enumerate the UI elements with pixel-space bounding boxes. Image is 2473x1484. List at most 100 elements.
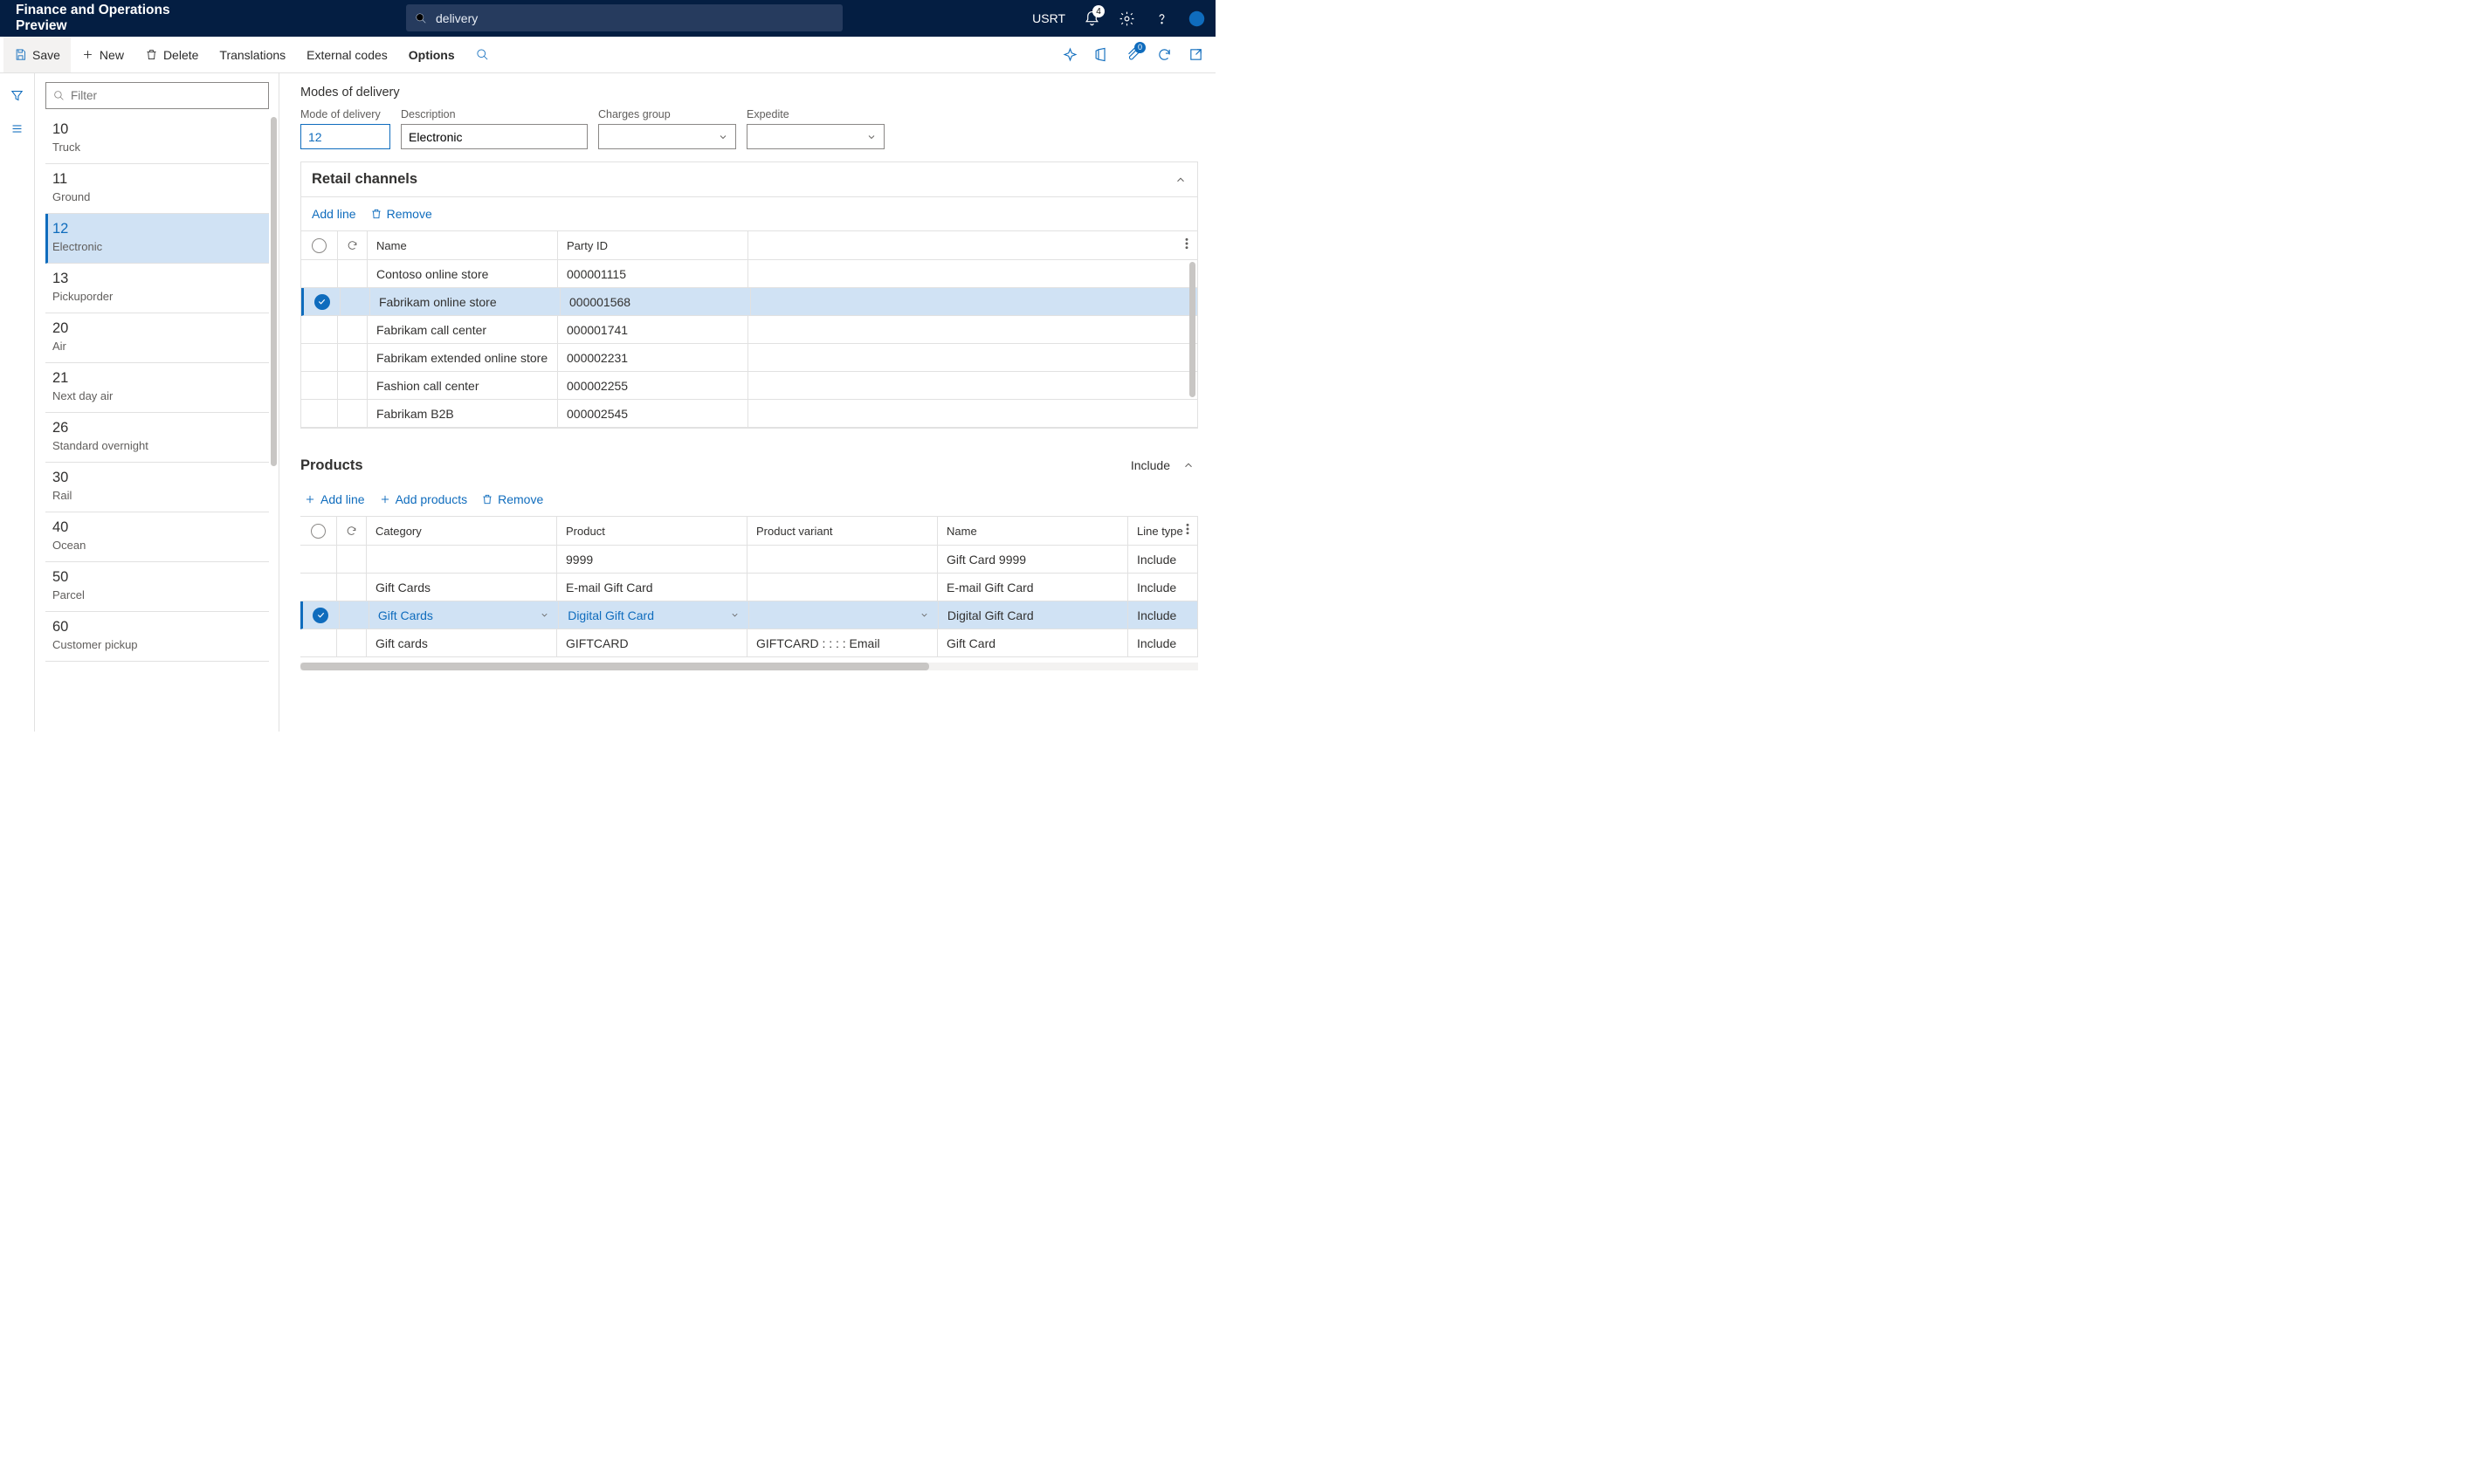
list-item[interactable]: 10Truck [45,114,269,164]
mode-input[interactable] [300,124,390,149]
attachments-button[interactable]: 0 [1118,40,1147,70]
cell-linetype[interactable]: Include [1128,574,1198,601]
cell-name[interactable]: Digital Gift Card [939,601,1128,629]
refresh-col[interactable] [337,517,367,545]
col-party-id[interactable]: Party ID [558,231,748,259]
list-item[interactable]: 40Ocean [45,512,269,562]
external-codes-button[interactable]: External codes [296,37,398,72]
cell-party-id[interactable]: 000002545 [558,400,748,427]
cell-name[interactable]: Gift Card 9999 [938,546,1128,573]
new-button[interactable]: New [71,37,134,72]
filter-input[interactable] [71,89,261,102]
cell-category[interactable]: Gift Cards [369,601,559,629]
row-selector[interactable] [301,316,338,343]
products-header[interactable]: Products Include [300,448,1198,483]
copilot-button[interactable] [1055,40,1085,70]
col-name[interactable]: Name [368,231,558,259]
col-variant[interactable]: Product variant [747,517,938,545]
cell-name[interactable]: E-mail Gift Card [938,574,1128,601]
cell-linetype[interactable]: Include [1128,601,1198,629]
col-name[interactable]: Name [938,517,1128,545]
row-selector[interactable] [301,400,338,427]
row-selector[interactable] [301,344,338,371]
row-selector[interactable] [303,601,340,629]
cell-variant[interactable] [747,574,938,601]
table-row[interactable]: 9999 Gift Card 9999Include [300,546,1198,574]
cell-name[interactable]: Contoso online store [368,260,558,287]
list-item[interactable]: 13Pickuporder [45,264,269,313]
cell-product[interactable]: Digital Gift Card [559,601,748,629]
list-item[interactable]: 21Next day air [45,363,269,413]
row-selector[interactable] [304,288,341,315]
notifications-button[interactable]: 4 [1076,3,1107,34]
cell-name[interactable]: Fabrikam call center [368,316,558,343]
cell-name[interactable]: Fashion call center [368,372,558,399]
products-hscroll[interactable] [300,663,1198,670]
row-selector[interactable] [301,260,338,287]
popout-button[interactable] [1181,40,1210,70]
cell-party-id[interactable]: 000002255 [558,372,748,399]
cell-name[interactable]: Fabrikam extended online store [368,344,558,371]
settings-button[interactable] [1111,3,1142,34]
list-item[interactable]: 26Standard overnight [45,413,269,463]
grid-more[interactable] [1180,237,1194,253]
options-button[interactable]: Options [398,37,465,72]
table-row[interactable]: Gift CardsE-mail Gift CardE-mail Gift Ca… [300,574,1198,601]
table-row[interactable]: Fabrikam call center000001741 [301,316,1197,344]
cell-party-id[interactable]: 000001568 [561,288,751,315]
select-all[interactable] [301,231,338,259]
select-all[interactable] [300,517,337,545]
list-filter[interactable] [45,82,269,109]
list-rail-button[interactable] [2,113,33,143]
search-action-button[interactable] [465,37,499,72]
col-category[interactable]: Category [367,517,557,545]
row-selector[interactable] [300,629,337,656]
cell-product[interactable]: GIFTCARD [557,629,747,656]
col-product[interactable]: Product [557,517,747,545]
list-item[interactable]: 12Electronic [45,214,269,264]
cell-variant[interactable] [749,601,939,629]
global-search[interactable] [406,4,843,31]
cell-category[interactable] [367,546,557,573]
help-button[interactable] [1146,3,1177,34]
cell-party-id[interactable]: 000001115 [558,260,748,287]
products-add-line[interactable]: Add line [304,492,365,506]
row-selector[interactable] [301,372,338,399]
cell-product[interactable]: E-mail Gift Card [557,574,747,601]
row-selector[interactable] [300,546,337,573]
office-button[interactable] [1086,40,1116,70]
cell-variant[interactable] [747,546,938,573]
table-row[interactable]: Fabrikam B2B000002545 [301,400,1197,428]
cell-party-id[interactable]: 000001741 [558,316,748,343]
charges-combo[interactable] [598,124,736,149]
cell-linetype[interactable]: Include [1128,629,1198,656]
list-item[interactable]: 60Customer pickup [45,612,269,662]
cell-product[interactable]: 9999 [557,546,747,573]
table-row[interactable]: Fabrikam extended online store000002231 [301,344,1197,372]
description-input[interactable] [401,124,588,149]
refresh-col[interactable] [338,231,368,259]
cell-name[interactable]: Fabrikam online store [370,288,561,315]
list-scrollbar[interactable] [271,117,277,466]
translations-button[interactable]: Translations [209,37,296,72]
expedite-combo[interactable] [747,124,885,149]
table-row[interactable]: Fabrikam online store000001568 [301,288,1197,316]
list-item[interactable]: 30Rail [45,463,269,512]
user-avatar[interactable] [1181,3,1212,34]
grid-more[interactable] [1181,522,1195,539]
delete-button[interactable]: Delete [134,37,209,72]
products-remove[interactable]: Remove [481,492,543,506]
products-add-products[interactable]: Add products [379,492,468,506]
table-row[interactable]: Gift cardsGIFTCARDGIFTCARD : : : : Email… [300,629,1198,657]
list-item[interactable]: 11Ground [45,164,269,214]
list-item[interactable]: 20Air [45,313,269,363]
retail-grid-scrollbar[interactable] [1189,262,1195,397]
retail-channels-header[interactable]: Retail channels [301,162,1197,197]
table-row[interactable]: Contoso online store000001115 [301,260,1197,288]
table-row[interactable]: Gift CardsDigital Gift CardDigital Gift … [300,601,1198,629]
save-button[interactable]: Save [3,37,71,72]
company-code[interactable]: USRT [1032,11,1065,25]
cell-linetype[interactable]: Include [1128,546,1198,573]
retail-add-line[interactable]: Add line [312,207,356,221]
search-input[interactable] [436,11,834,25]
